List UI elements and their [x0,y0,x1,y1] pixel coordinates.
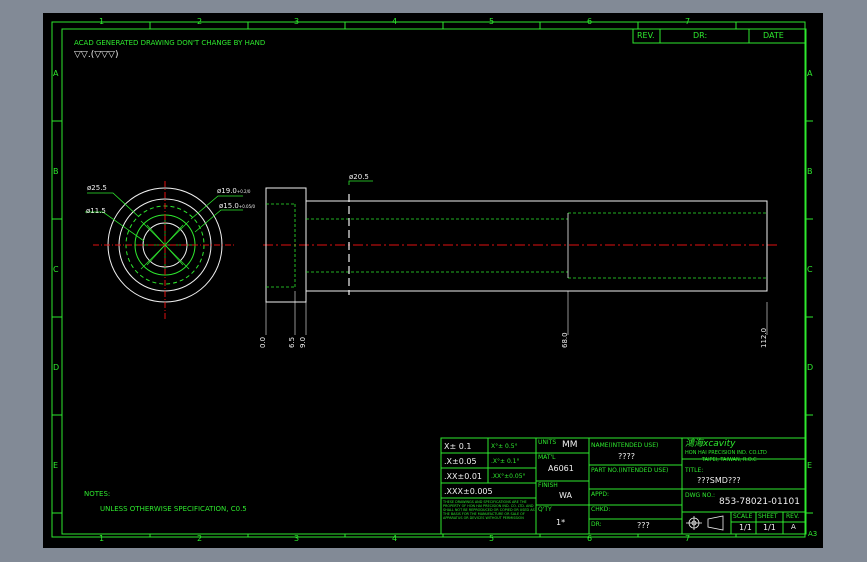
zone-row-d-right: D [807,363,814,372]
drawing-sheet: 1 2 3 4 5 6 7 1 2 3 4 5 6 7 A B C D E A … [43,13,823,548]
appd-label: APPD: [591,491,609,498]
company-name: HON HAI PRECISION IND. CO.LTD [685,450,767,456]
matl-value: A6061 [548,464,574,473]
dim-x-680: 68.0 [561,332,569,348]
zone-col-6: 6 [587,17,593,26]
zone-row-b-right: B [807,167,813,176]
notes-label: NOTES: [84,490,111,498]
zone-col-5-bottom: 5 [489,534,495,543]
projection-symbol [686,515,724,531]
dim-d-150: ø15.0+0.05/0 [219,202,256,210]
dim-d-outer: ø25.5 [87,184,107,192]
zone-row-a-right: A [807,69,813,78]
zone-row-e-right: E [807,461,813,470]
partno-label: PART NO.(INTENDED USE) [591,467,669,474]
units-value: MM [562,440,578,450]
zone-col-7-bottom: 7 [685,534,691,543]
zone-col-1-bottom: 1 [99,534,105,543]
dr-block-label: DR: [591,521,602,528]
company-logo: 鴻海xcavity [685,439,736,449]
zone-col-2: 2 [197,17,203,26]
rev-label: REV. [637,31,655,40]
zone-col-2-bottom: 2 [197,534,203,543]
tol-x0: X± 0.1 [444,442,472,451]
dr-label: DR: [693,31,708,40]
zone-col-1: 1 [99,17,105,26]
fine-print: THESE DRAWINGS AND SPECIFICATIONS ARE TH… [443,500,535,520]
units-label: UNITS [538,439,557,446]
tol-x2-angle: .XX°±0.05° [491,473,526,480]
zone-col-4: 4 [392,17,398,26]
dim-x-90: 9.0 [299,336,307,348]
zone-ticks [52,22,813,537]
dim-x-65: 6.5 [288,336,296,348]
zone-col-7: 7 [685,17,691,26]
scale-label: SCALE [733,513,753,520]
zone-row-a: A [53,69,59,78]
matl-label: MAT'L [538,454,556,461]
date-label: DATE [763,31,784,40]
dim-d-190: ø19.0+0.2/0 [217,187,251,195]
qty-value: 1* [556,518,566,527]
name-label: NAME(INTENDED USE) [591,442,659,449]
sheet-label: SHEET [758,513,778,520]
dim-d-shaft: ø20.5 [349,173,369,181]
title-label: TITLE: [685,467,704,474]
rev-block-value: A [791,523,796,531]
qty-label: Q'TY [538,506,552,513]
dim-d-inner: ø11.5 [86,207,106,215]
inner-frame [61,28,807,535]
notes-line-1: UNLESS OTHERWISE SPECIFICATION, C0.5 [100,505,247,513]
zone-col-5: 5 [489,17,495,26]
tol-x1: .X±0.05 [444,457,477,466]
dwg-value: 853-78021-01101 [719,497,800,507]
outer-frame [51,21,806,538]
drawing-canvas [51,21,813,538]
zone-row-b: B [53,167,59,176]
zone-row-e: E [53,461,59,470]
surface-finish-symbols: ▽▽.(▽▽▽) [74,50,119,60]
rev-block-label: REV. [786,513,800,520]
tol-x1-angle: .X°± 0.1° [491,458,520,465]
zone-row-c-right: C [807,265,813,274]
dim-x-0: 0.0 [259,336,267,348]
zone-col-4-bottom: 4 [392,534,398,543]
sheet-size: A3 [808,530,818,538]
dim-x-1120: 112.0 [760,327,768,348]
bolt-shank [305,200,768,292]
dr-block-value: ??? [637,521,650,530]
zone-col-3-bottom: 3 [294,534,300,543]
finish-value: WA [559,491,572,500]
tol-x2: .XX±0.01 [444,472,483,481]
header-note: ACAD GENERATED DRAWING DON'T CHANGE BY H… [74,39,266,47]
name-value: ???? [618,452,635,461]
scale-value: 1/1 [739,523,752,532]
zone-row-d: D [53,363,60,372]
zone-col-6-bottom: 6 [587,534,593,543]
zone-col-3: 3 [294,17,300,26]
company-address: TAIPEI, TAIWAN, R.O.C [702,457,757,463]
zone-row-c: C [53,265,59,274]
title-value: ???SMD??? [697,476,741,485]
chkd-label: CHKD: [591,506,611,513]
tol-x3: .XXX±0.005 [444,487,493,496]
side-view [263,180,778,335]
finish-label: FINISH [538,482,558,489]
dwg-label: DWG NO.: [685,492,716,499]
tol-x0-angle: X°± 0.5° [491,443,518,450]
sheet-value: 1/1 [763,523,776,532]
